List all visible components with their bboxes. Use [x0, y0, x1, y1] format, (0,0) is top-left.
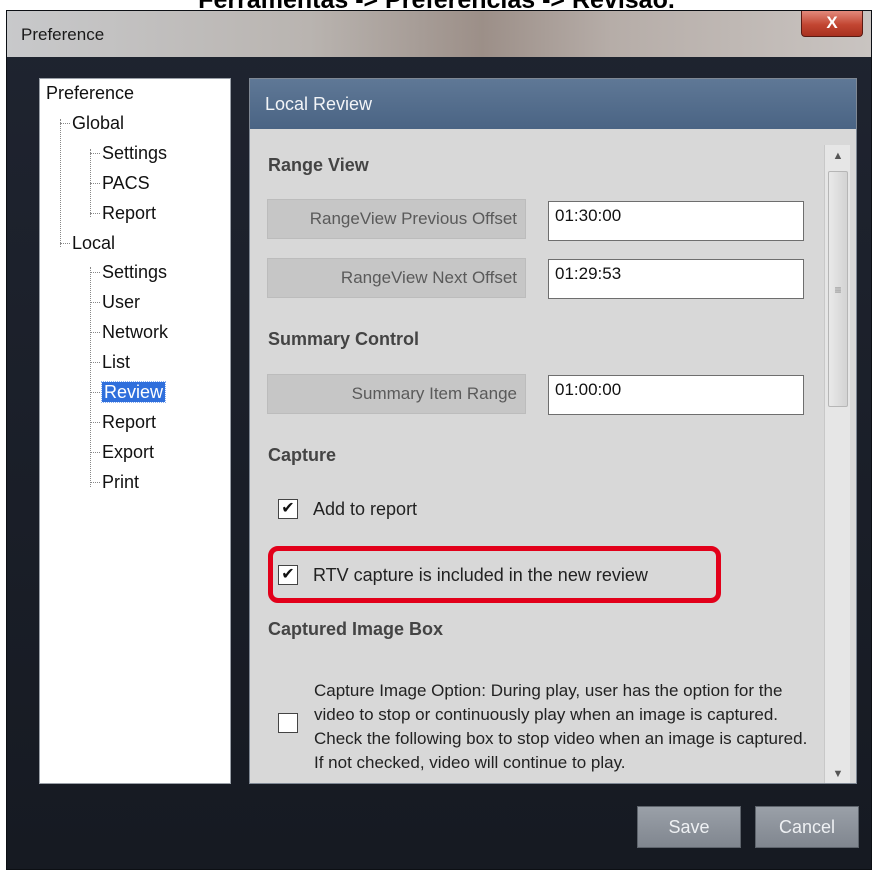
- capture-image-option-text: Capture Image Option: During play, user …: [314, 681, 808, 772]
- checkmark-icon: ✔: [281, 566, 295, 583]
- tree-connector: [90, 452, 100, 453]
- tree-connector: [90, 267, 91, 487]
- preference-tree: Preference Global Settings PACS Report L…: [39, 78, 231, 784]
- tree-item-label: Report: [102, 412, 157, 432]
- tree-connector: [90, 332, 100, 333]
- range-next-label: RangeView Next Offset: [267, 258, 526, 298]
- tree-item-label: Local: [72, 233, 116, 253]
- vertical-scrollbar[interactable]: ▲ ≡ ▼: [824, 145, 851, 783]
- tree-connector: [90, 183, 100, 184]
- tree-connector: [90, 302, 100, 303]
- tree-connector: [90, 213, 100, 214]
- tree-item-label: List: [102, 352, 131, 372]
- tree-item-global[interactable]: Global: [72, 111, 124, 135]
- tree-item-label: User: [102, 292, 141, 312]
- tree-connector: [90, 362, 100, 363]
- preference-window: Preference X Preference Global Settings …: [6, 10, 872, 870]
- tree-connector: [60, 243, 70, 244]
- tree-connector: [60, 119, 61, 247]
- tree-item-global-pacs[interactable]: PACS: [102, 171, 150, 195]
- tree-item-preference[interactable]: Preference: [46, 81, 134, 105]
- checkmark-icon: ✔: [281, 500, 295, 517]
- summary-item-range-label: Summary Item Range: [267, 374, 526, 414]
- tree-item-local-network[interactable]: Network: [102, 320, 168, 344]
- section-title-capture: Capture: [268, 445, 337, 465]
- tree-item-local-settings[interactable]: Settings: [102, 260, 167, 284]
- cancel-button[interactable]: Cancel: [755, 806, 859, 848]
- rtv-capture-label: RTV capture is included in the new revie…: [313, 565, 648, 585]
- tree-item-label: Report: [102, 203, 157, 223]
- tree-item-global-report[interactable]: Report: [102, 201, 156, 225]
- tree-item-label: Review: [100, 381, 167, 403]
- tree-item-label: Preference: [46, 83, 135, 103]
- scroll-down-icon[interactable]: ▼: [825, 763, 851, 783]
- scroll-thumb[interactable]: ≡: [828, 171, 848, 407]
- tree-connector: [90, 272, 100, 273]
- tree-item-local-list[interactable]: List: [102, 350, 130, 374]
- tree-connector: [90, 482, 100, 483]
- tree-connector: [90, 153, 100, 154]
- close-button[interactable]: X: [801, 11, 863, 37]
- tree-connector: [90, 422, 100, 423]
- tree-item-label: PACS: [102, 173, 150, 193]
- capture-image-option-checkbox[interactable]: [278, 713, 298, 733]
- section-title-summary-control: Summary Control: [268, 329, 420, 349]
- section-title-range-view: Range View: [268, 155, 369, 175]
- range-previous-label: RangeView Previous Offset: [267, 199, 526, 239]
- scroll-up-icon[interactable]: ▲: [825, 145, 851, 167]
- tree-item-label: Network: [102, 322, 169, 342]
- tree-item-label: Global: [72, 113, 125, 133]
- tree-item-local[interactable]: Local: [72, 231, 115, 255]
- range-next-input[interactable]: [548, 259, 804, 299]
- section-title-captured-image-box: Captured Image Box: [268, 619, 444, 639]
- tree-connector: [60, 123, 70, 124]
- summary-item-range-input[interactable]: [548, 375, 804, 415]
- content-panel: Local Review Range View RangeView Previo…: [249, 78, 857, 784]
- tree-item-label: Print: [102, 472, 140, 492]
- save-button[interactable]: Save: [637, 806, 741, 848]
- window-title: Preference: [21, 25, 105, 44]
- tree-item-label: Export: [102, 442, 155, 462]
- add-to-report-label: Add to report: [313, 499, 418, 519]
- tree-item-local-export[interactable]: Export: [102, 440, 154, 464]
- content-header: Local Review: [250, 79, 856, 129]
- tree-item-local-review[interactable]: Review: [100, 380, 167, 404]
- range-previous-input[interactable]: [548, 201, 804, 241]
- add-to-report-checkbox[interactable]: ✔: [278, 499, 298, 519]
- close-icon: X: [826, 13, 838, 32]
- tree-item-label: Settings: [102, 143, 168, 163]
- rtv-capture-checkbox[interactable]: ✔: [278, 565, 298, 585]
- title-bar[interactable]: Preference X: [7, 11, 871, 57]
- tree-item-local-report[interactable]: Report: [102, 410, 156, 434]
- tree-connector: [90, 392, 100, 393]
- tree-item-label: Settings: [102, 262, 168, 282]
- tree-item-global-settings[interactable]: Settings: [102, 141, 167, 165]
- tree-item-local-print[interactable]: Print: [102, 470, 139, 494]
- tree-item-local-user[interactable]: User: [102, 290, 140, 314]
